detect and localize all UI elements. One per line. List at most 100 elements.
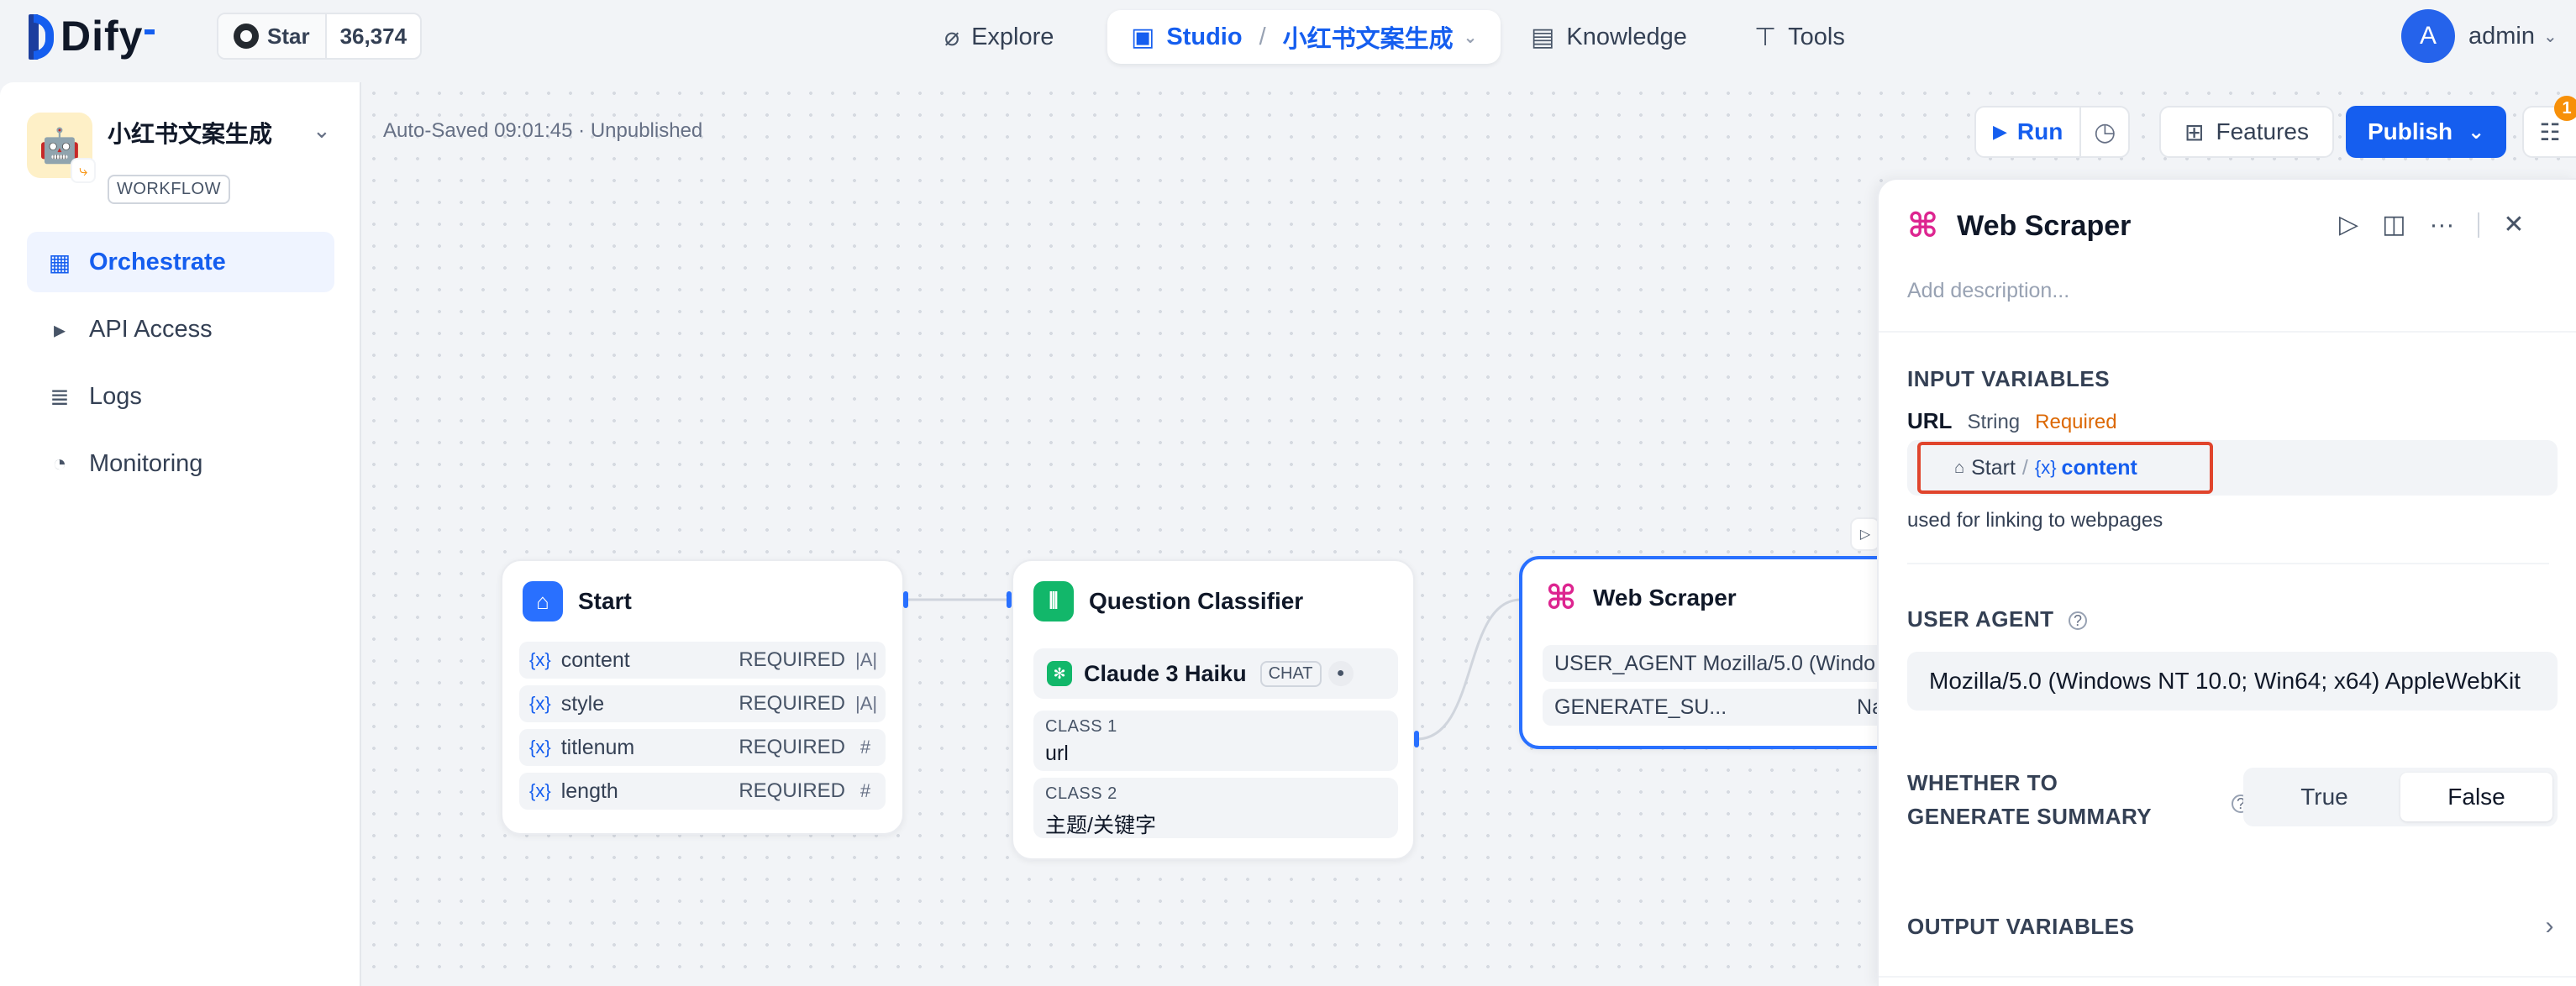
github-star-count: 36,374 [339, 23, 407, 49]
grid-icon: ⊞ [2184, 118, 2205, 145]
sidebar-item-monitoring[interactable]: ◔ Monitoring [27, 433, 334, 494]
checklist-count-badge: 1 [2554, 96, 2576, 121]
classifier-node-title: Question Classifier [1089, 588, 1304, 614]
sidebar-menu: ▦ Orchestrate ▸ API Access ≣ Logs ◔ Moni… [27, 232, 334, 501]
variable-icon: {x} [529, 737, 551, 758]
home-icon: ⌂ [523, 581, 563, 621]
github-star-button[interactable]: Star 36,374 [217, 13, 423, 60]
sidebar-item-logs[interactable]: ≣ Logs [27, 366, 334, 427]
nav-knowledge[interactable]: ▤ Knowledge [1531, 10, 1687, 64]
model-name: Claude 3 Haiku [1084, 660, 1247, 686]
classifier-input-handle[interactable] [1007, 591, 1012, 608]
features-label: Features [2216, 118, 2309, 144]
sidebar-item-label: API Access [89, 315, 213, 343]
nav-app-switcher[interactable]: 小红书文案生成 [1283, 19, 1454, 55]
question-classifier-node[interactable]: ⫴ Question Classifier ✻ Claude 3 Haiku C… [1012, 559, 1415, 860]
user-agent-input[interactable]: Mozilla/5.0 (Windows NT 10.0; Win64; x64… [1907, 652, 2558, 711]
publish-label: Publish [2368, 118, 2453, 144]
scraper-param-row: USER_AGENT Mozilla/5.0 (Windo... [1543, 645, 1895, 682]
divider [2478, 212, 2480, 238]
run-button[interactable]: ▶ Run [1976, 108, 2082, 156]
app-info[interactable]: 🤖 ⤷ 小红书文案生成 ⌄ WORKFLOW [27, 113, 339, 204]
nav-explore[interactable]: ⌀ Explore [944, 10, 1054, 64]
run-button-group: ▶ Run ◷ [1974, 106, 2131, 158]
variable-name: content [2061, 455, 2137, 480]
panel-title[interactable]: Web Scraper [1957, 210, 2131, 243]
nav-studio-label: Studio [1166, 23, 1243, 50]
github-star-label: Star [267, 23, 310, 49]
github-icon [234, 24, 259, 49]
option-false[interactable]: False [2400, 773, 2552, 821]
features-button[interactable]: ⊞ Features [2159, 106, 2334, 158]
app-type-badge: WORKFLOW [108, 175, 230, 204]
start-node-title: Start [578, 588, 632, 614]
nav-studio[interactable]: ▣ Studio / 小红书文案生成 ⌄ [1107, 10, 1501, 64]
text-type-icon: |A| [855, 649, 878, 670]
robot-icon: ▣ [1131, 23, 1155, 51]
class-1-output-handle[interactable] [1414, 731, 1419, 747]
node-run-icon[interactable]: ▷ [1850, 517, 1880, 551]
terminal-icon: ▸ [53, 316, 66, 343]
eye-icon[interactable]: ● [1327, 661, 1354, 686]
model-selector[interactable]: ✻ Claude 3 Haiku CHAT ● [1033, 648, 1398, 699]
nav-tools[interactable]: ⊤ Tools [1754, 10, 1845, 64]
sidebar-item-label: Monitoring [89, 449, 203, 477]
model-mode-badge: CHAT [1259, 660, 1322, 687]
start-output-handle[interactable] [903, 591, 908, 608]
number-type-icon: # [860, 737, 871, 758]
spider-icon: ⌘ [1907, 207, 1939, 244]
close-icon[interactable]: ✕ [2503, 210, 2524, 239]
chevron-down-icon[interactable]: ⌄ [1464, 27, 1478, 48]
url-variable-selector[interactable]: ⌂ Start / {x} content [1907, 440, 2558, 496]
start-var-row: {x} length REQUIRED # [519, 773, 886, 810]
app-sidebar: 🤖 ⤷ 小红书文案生成 ⌄ WORKFLOW ▦ Orchestrate ▸ A… [0, 82, 361, 986]
autosave-status: Auto-Saved 09:01:45 · Unpublished [383, 119, 703, 142]
chevron-down-icon: ⌄ [2468, 120, 2485, 144]
variable-icon: {x} [529, 780, 551, 801]
selected-variable-pill[interactable]: ⌂ Start / {x} content [1917, 442, 2213, 494]
class-item: CLASS 2 主题/关键字 [1033, 778, 1398, 838]
option-true[interactable]: True [2248, 773, 2400, 821]
url-param-required: Required [2035, 411, 2117, 433]
start-node[interactable]: ⌂ Start {x} content REQUIRED |A| {x} sty… [501, 559, 904, 835]
user-menu[interactable]: A admin ⌄ [2401, 8, 2558, 64]
play-icon: ▶ [1993, 121, 2007, 142]
chevron-down-icon[interactable]: ⌄ [313, 118, 331, 144]
help-icon[interactable]: ? [2069, 611, 2088, 631]
nav-explore-label: Explore [971, 23, 1054, 50]
file-list-icon: ≣ [50, 383, 70, 410]
chevron-down-icon: ⌄ [2543, 27, 2558, 46]
variable-icon: {x} [529, 693, 551, 714]
more-icon[interactable]: ··· [2429, 211, 2454, 239]
checklist-icon: ☷ [2539, 118, 2561, 145]
gauge-icon: ◔ [52, 450, 67, 476]
publish-button[interactable]: Publish ⌄ [2346, 106, 2507, 158]
url-param-type: String [1967, 411, 2021, 433]
anthropic-icon: ✻ [1047, 661, 1072, 686]
node-settings-panel: ⌘ Web Scraper ▷ ◫ ··· ✕ Add description.… [1877, 178, 2576, 986]
layout-icon: ▦ [48, 249, 71, 275]
history-icon[interactable]: ◷ [2081, 108, 2128, 156]
output-variables-heading: OUTPUT VARIABLES [1907, 913, 2135, 939]
user-agent-label: USER AGENT [1907, 606, 2054, 632]
scraper-param-row: GENERATE_SU... Na [1543, 689, 1895, 726]
web-scraper-node[interactable]: ⌘ Web Scraper USER_AGENT Mozilla/5.0 (Wi… [1519, 556, 1922, 749]
dify-logo[interactable]: Dify [29, 12, 155, 60]
book-open-icon[interactable]: ◫ [2382, 210, 2405, 239]
output-variables-toggle[interactable]: OUTPUT VARIABLES › [1907, 912, 2554, 941]
divider [1879, 976, 2576, 978]
url-param-name: URL [1907, 408, 1953, 433]
run-node-icon[interactable]: ▷ [2339, 210, 2358, 239]
book-icon: ▤ [1531, 23, 1555, 51]
sidebar-item-api-access[interactable]: ▸ API Access [27, 299, 334, 359]
hammer-icon: ⊤ [1754, 23, 1777, 51]
start-var-row: {x} style REQUIRED |A| [519, 685, 886, 722]
description-input[interactable]: Add description... [1907, 279, 2069, 303]
user-name: admin [2468, 22, 2535, 50]
app-name: 小红书文案生成 [108, 121, 273, 147]
generate-summary-label: WHETHER TO GENERATE SUMMARY [1907, 770, 2153, 829]
sidebar-item-orchestrate[interactable]: ▦ Orchestrate [27, 232, 334, 292]
chevron-right-icon: › [2545, 912, 2554, 940]
start-var-row: {x} titlenum REQUIRED # [519, 729, 886, 766]
generate-summary-toggle: True False [2243, 768, 2558, 826]
